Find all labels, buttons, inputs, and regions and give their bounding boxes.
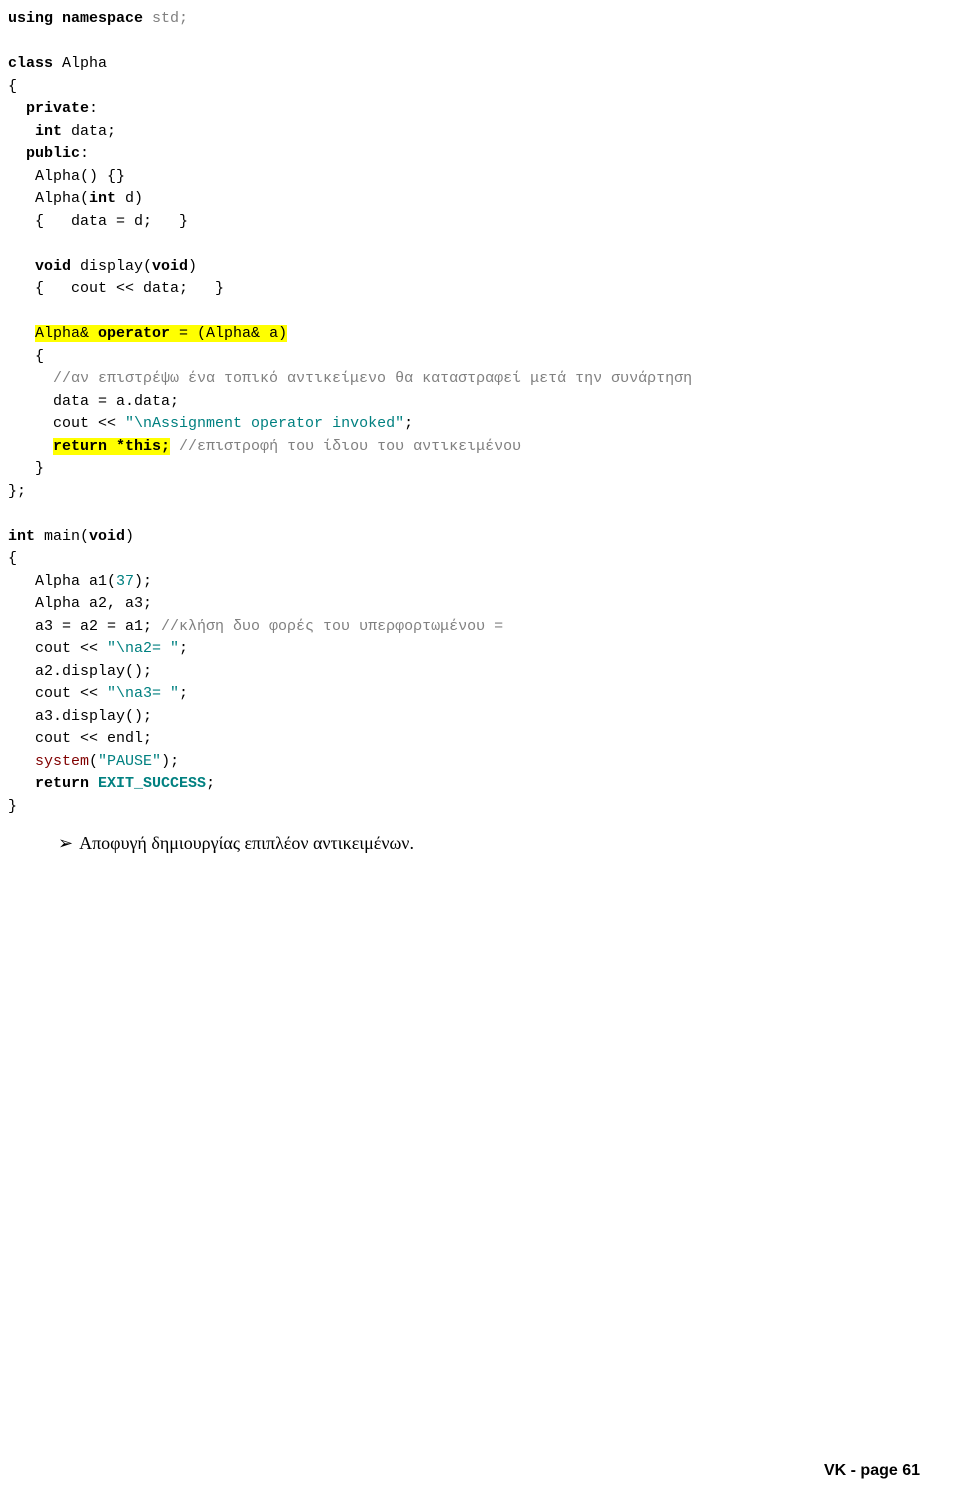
display-body: { cout << data; } bbox=[8, 280, 224, 297]
note-text: Αποφυγή δημιουργίας επιπλέον αντικειμένω… bbox=[79, 833, 414, 853]
brace-open: { bbox=[8, 78, 17, 95]
cout-a3-a: cout << bbox=[8, 685, 107, 702]
a2-display: a2.display(); bbox=[8, 663, 152, 680]
kw-void: void bbox=[152, 258, 188, 275]
ctor-param-c: d) bbox=[116, 190, 143, 207]
main-decl: main( bbox=[35, 528, 89, 545]
chain-assign: a3 = a2 = a1; bbox=[8, 618, 161, 635]
semi: ; bbox=[404, 415, 413, 432]
display-decl: display( bbox=[71, 258, 152, 275]
kw-int: int bbox=[8, 123, 62, 140]
paren-semi: ); bbox=[161, 753, 179, 770]
paren: ) bbox=[188, 258, 197, 275]
kw-int: int bbox=[8, 528, 35, 545]
semi: ; bbox=[179, 685, 188, 702]
ctor-default: Alpha() {} bbox=[8, 168, 125, 185]
space bbox=[89, 775, 98, 792]
string-literal: "\na2= " bbox=[107, 640, 179, 657]
system-call: system bbox=[35, 753, 89, 770]
string-literal: "PAUSE" bbox=[98, 753, 161, 770]
kw-return: return bbox=[8, 775, 89, 792]
kw-private: private bbox=[8, 100, 89, 117]
semi: ; bbox=[206, 775, 215, 792]
brace-close: } bbox=[8, 798, 17, 815]
comment-line: //επιστροφή του ίδιου του αντικειμένου bbox=[170, 438, 521, 455]
paren-semi: ); bbox=[134, 573, 152, 590]
kw-class: class bbox=[8, 55, 53, 72]
assign-data: data = a.data; bbox=[8, 393, 179, 410]
paren: ) bbox=[125, 528, 134, 545]
op-highlight: Alpha& operator = (Alpha& a) bbox=[35, 325, 287, 342]
kw-void: void bbox=[8, 258, 71, 275]
semi: ; bbox=[179, 640, 188, 657]
page-footer: VK - page 61 bbox=[824, 1459, 920, 1483]
comment-line: //αν επιστρέψω ένα τοπικό αντικείμενο θα… bbox=[8, 370, 692, 387]
page: using namespace std; class Alpha { priva… bbox=[0, 0, 960, 1503]
colon: : bbox=[89, 100, 98, 117]
bullet-arrow-icon: ➢ bbox=[58, 833, 73, 853]
brace-close: } bbox=[8, 460, 44, 477]
num-literal: 37 bbox=[116, 573, 134, 590]
text-std: std; bbox=[143, 10, 188, 27]
indent bbox=[8, 325, 35, 342]
op-sig: = (Alpha& a) bbox=[170, 325, 287, 342]
member-data: data; bbox=[62, 123, 116, 140]
kw-public: public bbox=[8, 145, 80, 162]
colon: : bbox=[80, 145, 89, 162]
comment-line: //κλήση δυο φορές του υπερφορτωμένου = bbox=[161, 618, 503, 635]
exit-success: EXIT_SUCCESS bbox=[98, 775, 206, 792]
class-name: Alpha bbox=[53, 55, 107, 72]
a3-display: a3.display(); bbox=[8, 708, 152, 725]
indent bbox=[8, 438, 53, 455]
kw-void: void bbox=[89, 528, 125, 545]
indent bbox=[8, 753, 35, 770]
ctor-param-a: Alpha( bbox=[8, 190, 89, 207]
string-literal: "\nAssignment operator invoked" bbox=[125, 415, 404, 432]
a1-decl: Alpha a1( bbox=[8, 573, 116, 590]
cout-a: cout << bbox=[8, 415, 125, 432]
kw-operator: operator bbox=[98, 325, 170, 342]
string-literal: "\na3= " bbox=[107, 685, 179, 702]
ctor-body: { data = d; } bbox=[8, 213, 188, 230]
brace-open: { bbox=[8, 550, 17, 567]
code-block: using namespace std; class Alpha { priva… bbox=[8, 8, 920, 818]
note-line: ➢ Αποφυγή δημιουργίας επιπλέον αντικειμέν… bbox=[58, 830, 920, 857]
return-highlight: return *this; bbox=[53, 438, 170, 455]
paren: ( bbox=[89, 753, 98, 770]
a2a3-decl: Alpha a2, a3; bbox=[8, 595, 152, 612]
op-ret: Alpha& bbox=[35, 325, 98, 342]
cout-a2-a: cout << bbox=[8, 640, 107, 657]
cout-endl: cout << endl; bbox=[8, 730, 152, 747]
class-close: }; bbox=[8, 483, 26, 500]
kw-using: using namespace bbox=[8, 10, 143, 27]
brace-open: { bbox=[8, 348, 44, 365]
kw-int: int bbox=[89, 190, 116, 207]
